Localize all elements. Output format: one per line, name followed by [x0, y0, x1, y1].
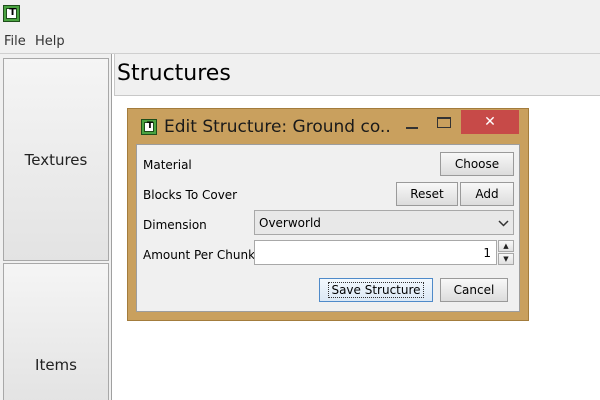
save-structure-label: Save Structure	[328, 282, 424, 298]
choose-button[interactable]: Choose	[440, 152, 514, 176]
page-title: Structures	[117, 61, 231, 86]
sidebar: Textures Items	[0, 54, 112, 400]
dimension-value: Overworld	[259, 216, 321, 230]
menu-help[interactable]: Help	[35, 34, 65, 49]
menu-file[interactable]: File	[4, 34, 26, 49]
app-logo-icon: T	[3, 5, 20, 22]
window-titlebar: T	[0, 0, 600, 30]
main-header: Structures	[114, 54, 600, 96]
choose-button-label: Choose	[454, 157, 500, 171]
edit-structure-dialog: T Edit Structure: Ground co... ✕ Materia…	[127, 108, 529, 321]
spinner-down-button[interactable]: ▼	[498, 253, 514, 265]
minimize-icon[interactable]	[406, 127, 418, 129]
menu-bar: File Help	[0, 30, 600, 54]
close-button[interactable]: ✕	[461, 110, 519, 134]
triangle-up-icon: ▲	[503, 242, 509, 250]
dialog-title: Edit Structure: Ground co...	[164, 117, 390, 137]
triangle-down-icon: ▼	[503, 255, 509, 263]
sidebar-item-textures[interactable]: Textures	[3, 58, 109, 261]
save-structure-button[interactable]: Save Structure	[319, 278, 433, 302]
cancel-button[interactable]: Cancel	[440, 278, 508, 302]
sidebar-item-items[interactable]: Items	[3, 263, 109, 400]
app-logo-icon: T	[141, 119, 157, 135]
reset-button[interactable]: Reset	[396, 182, 458, 206]
sidebar-item-label: Items	[35, 356, 77, 374]
chevron-down-icon	[498, 217, 509, 230]
reset-button-label: Reset	[410, 187, 444, 201]
material-label: Material	[143, 158, 192, 172]
dimension-label: Dimension	[143, 218, 207, 232]
close-icon: ✕	[484, 114, 496, 130]
amount-value: 1	[483, 246, 491, 260]
cancel-button-label: Cancel	[453, 283, 495, 297]
dimension-select[interactable]: Overworld	[254, 210, 514, 235]
blocks-to-cover-label: Blocks To Cover	[143, 188, 238, 202]
spinner-up-button[interactable]: ▲	[498, 240, 514, 252]
maximize-icon[interactable]	[437, 117, 451, 128]
dialog-content: Material Choose Blocks To Cover Reset Ad…	[136, 144, 520, 312]
sidebar-item-label: Textures	[24, 150, 88, 169]
amount-per-chunk-label: Amount Per Chunk	[143, 248, 256, 262]
amount-per-chunk-input[interactable]: 1	[254, 240, 497, 265]
add-button[interactable]: Add	[460, 182, 514, 206]
add-button-label: Add	[475, 187, 499, 201]
